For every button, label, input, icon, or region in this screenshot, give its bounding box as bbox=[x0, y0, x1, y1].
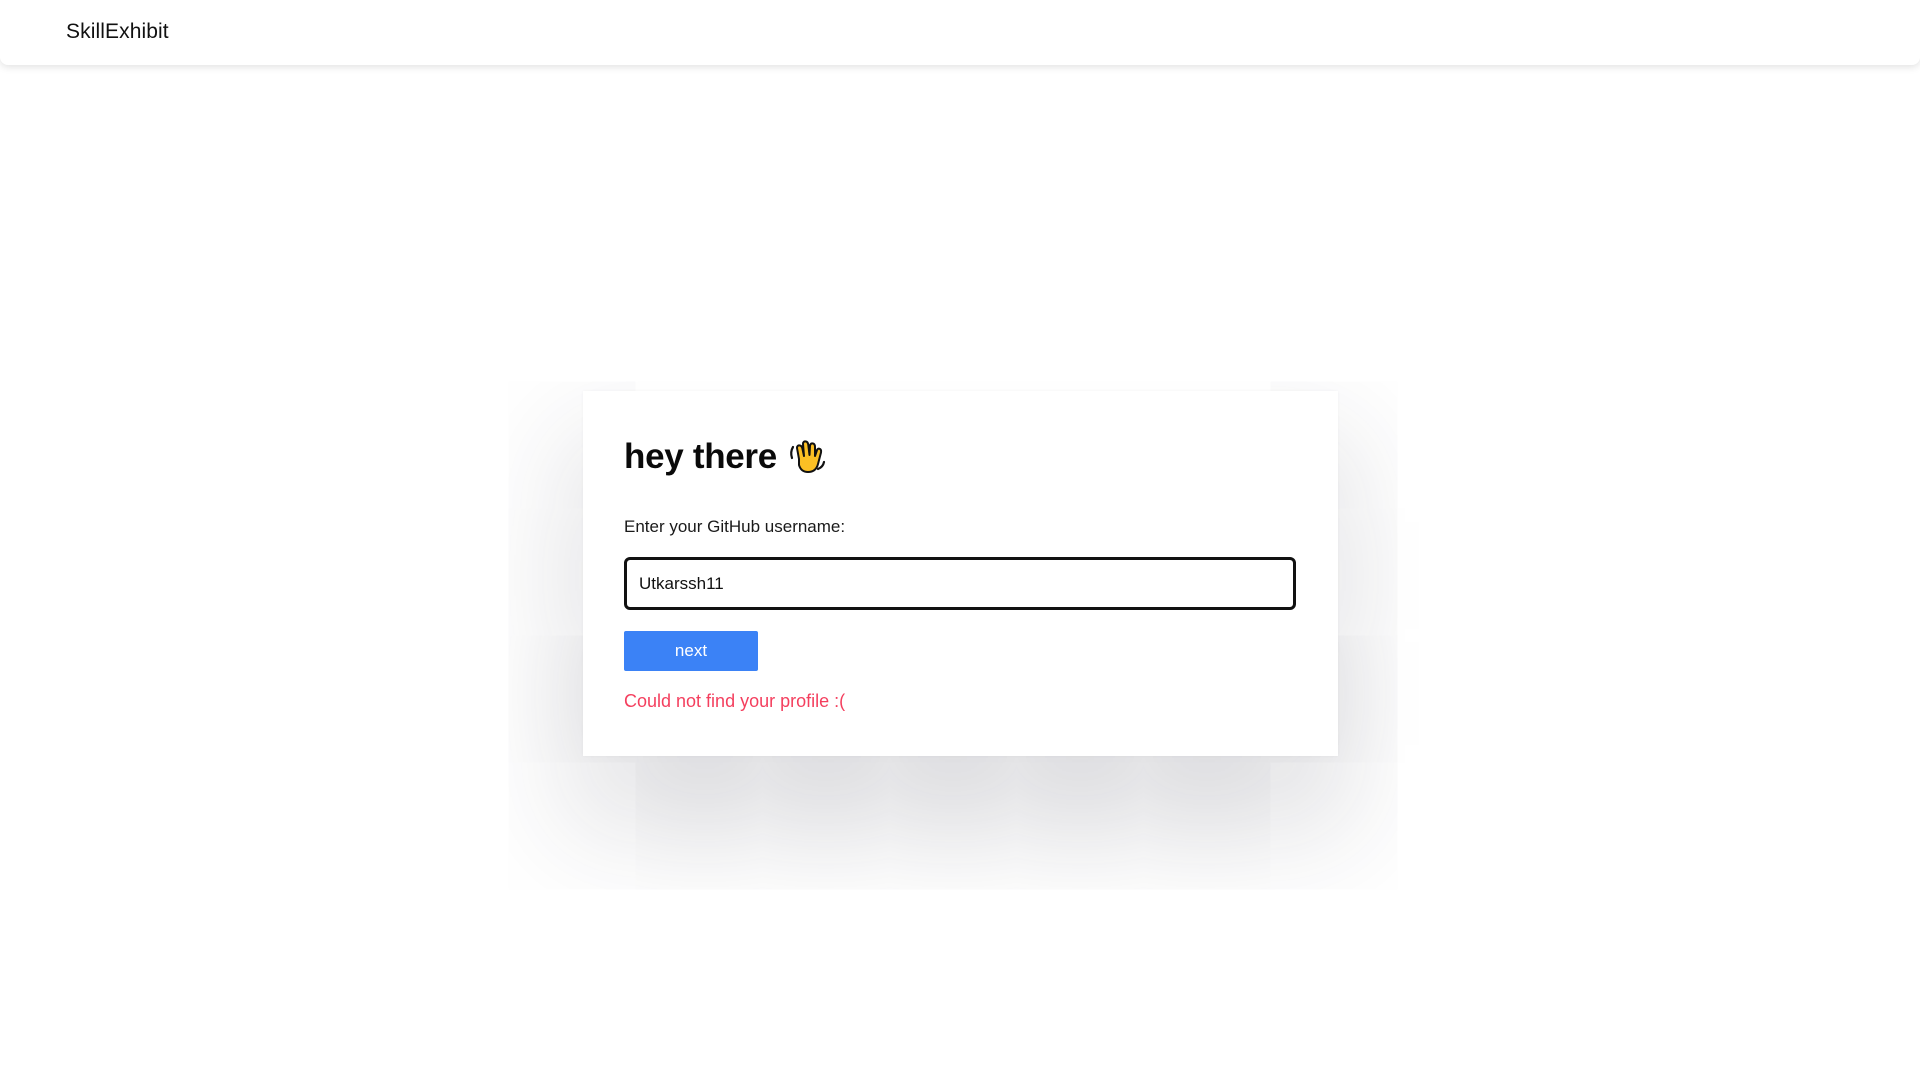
username-label: Enter your GitHub username: bbox=[624, 517, 846, 536]
error-message: Could not find your profile :( bbox=[624, 691, 846, 711]
heading-row: hey there bbox=[624, 437, 827, 477]
next-button[interactable]: next bbox=[624, 631, 758, 671]
github-username-input[interactable] bbox=[624, 557, 1296, 610]
waving-hand-icon bbox=[787, 437, 827, 477]
page-title: hey there bbox=[624, 437, 777, 476]
brand-logo-text[interactable]: SkillExhibit bbox=[66, 20, 169, 44]
login-card: hey there Enter your GitHub username: ne… bbox=[583, 391, 1338, 756]
top-navbar: SkillExhibit bbox=[0, 0, 1920, 65]
